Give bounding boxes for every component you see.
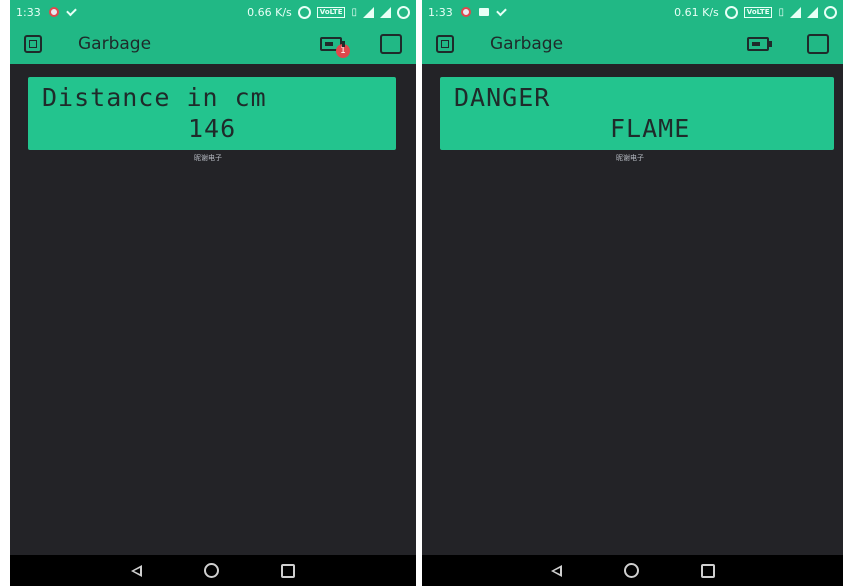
- lcd-line-1: Distance in cm: [42, 83, 267, 112]
- download-done-icon: [495, 5, 507, 16]
- battery-icon: [397, 5, 410, 19]
- hotspot-icon: [297, 5, 311, 19]
- app-title: Garbage: [78, 34, 152, 54]
- device-icon[interactable]: [436, 35, 454, 53]
- signal-2-icon: [807, 6, 818, 18]
- signal-icon: [790, 6, 801, 18]
- back-icon[interactable]: [550, 564, 562, 577]
- notification-icon: [48, 7, 59, 17]
- device-status-icon[interactable]: 1: [320, 37, 350, 58]
- lcd-line-1: DANGER: [454, 83, 551, 112]
- status-bar: 1:33 0.66 K/s VoLTE ▯: [10, 0, 416, 24]
- widget-caption: 昵谢电子: [616, 154, 644, 162]
- fullscreen-icon[interactable]: [807, 34, 829, 54]
- app-title: Garbage: [490, 34, 564, 54]
- app-bar: Garbage 1: [10, 24, 416, 64]
- status-time: 1:33: [428, 5, 453, 19]
- download-done-icon: [65, 5, 77, 16]
- status-time: 1:33: [16, 5, 41, 19]
- phone-screen-left: 1:33 0.66 K/s VoLTE ▯ Garbage 1 Distance…: [10, 0, 416, 586]
- network-speed: 0.66 K/s: [247, 5, 292, 19]
- recent-apps-icon[interactable]: [281, 563, 295, 578]
- nav-bar: [10, 555, 416, 586]
- battery-icon: [824, 5, 837, 19]
- network-speed: 0.61 K/s: [674, 5, 719, 19]
- lcd-widget[interactable]: DANGER FLAME: [440, 77, 834, 150]
- app-bar: Garbage: [422, 24, 843, 64]
- nav-bar: [422, 555, 843, 586]
- home-icon[interactable]: [204, 563, 219, 578]
- notification-badge: 1: [336, 44, 350, 58]
- widget-caption: 昵谢电子: [194, 154, 222, 162]
- signal-2-icon: [380, 6, 391, 18]
- lcd-widget[interactable]: Distance in cm 146: [28, 77, 396, 150]
- hotspot-icon: [724, 5, 738, 19]
- home-icon[interactable]: [623, 563, 639, 578]
- vibrate-icon: ▯: [351, 6, 357, 18]
- device-icon[interactable]: [24, 35, 42, 53]
- notification-icon: [460, 7, 471, 17]
- device-status-icon[interactable]: [747, 37, 772, 51]
- signal-icon: [363, 6, 374, 18]
- vibrate-icon: ▯: [778, 6, 784, 18]
- fullscreen-icon[interactable]: [380, 34, 402, 54]
- volte-icon: VoLTE: [316, 6, 346, 18]
- lcd-line-2: 146: [188, 114, 237, 143]
- lcd-line-2: FLAME: [610, 114, 691, 143]
- volte-icon: VoLTE: [743, 6, 773, 18]
- back-icon[interactable]: [131, 564, 142, 577]
- phone-screen-right: 1:33 0.61 K/s VoLTE ▯ Garbage DANGER FLA…: [422, 0, 843, 586]
- recent-apps-icon[interactable]: [700, 563, 715, 578]
- status-bar: 1:33 0.61 K/s VoLTE ▯: [422, 0, 843, 24]
- image-icon: [478, 8, 489, 16]
